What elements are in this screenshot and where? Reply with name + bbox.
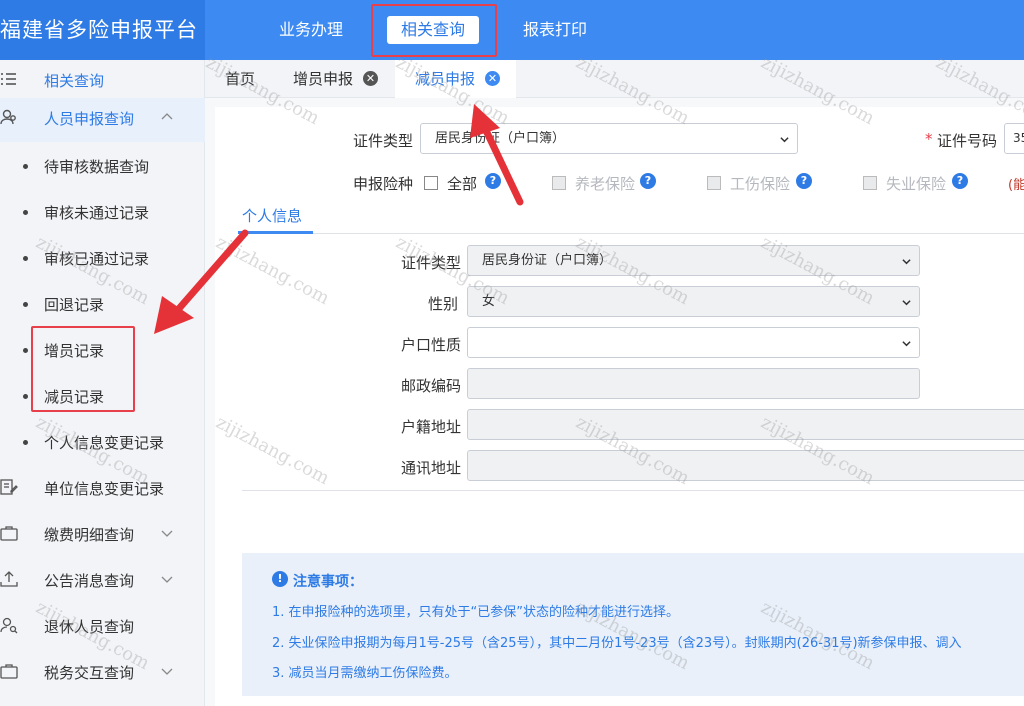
postcode-input[interactable] — [467, 368, 920, 399]
tab-add-report[interactable]: 增员申报 ✕ — [293, 60, 379, 98]
sidebar-group-person-report[interactable]: 人员申报查询 — [0, 98, 205, 142]
checkbox-injury-label: 工伤保险 — [730, 175, 791, 193]
checkbox-unemployment-label: 失业保险 — [886, 175, 947, 193]
list-icon — [1, 73, 16, 85]
section-personal-info: 个人信息 — [242, 207, 303, 225]
chevron-down-icon — [902, 259, 911, 265]
checkbox-pension-label: 养老保险 — [575, 175, 636, 193]
filter-id-number-label: 证件号码 — [937, 132, 998, 150]
sidebar-item-label: 公告消息查询 — [44, 572, 135, 590]
info-icon: ! — [272, 571, 288, 587]
sidebar-item-label: 税务交互查询 — [44, 664, 135, 682]
sidebar-item-rejected[interactable]: 审核未通过记录 — [0, 192, 205, 232]
checkbox-all[interactable] — [424, 176, 438, 190]
notice-line: 3. 减员当月需缴纳工伤保险费。 — [272, 666, 458, 681]
sidebar-item-label: 审核未通过记录 — [44, 204, 150, 222]
sidebar-group-label: 人员申报查询 — [44, 110, 135, 128]
briefcase-icon — [0, 526, 18, 541]
chevron-down-icon — [161, 530, 173, 537]
sidebar-item-unit-change[interactable]: 单位信息变更记录 — [0, 468, 205, 508]
select-value: 居民身份证（户口簿） — [435, 131, 566, 146]
sidebar-item-label: 待审核数据查询 — [44, 158, 150, 176]
required-mark: * — [925, 130, 933, 148]
personal-id-type-select[interactable]: 居民身份证（户口簿） — [467, 245, 920, 276]
sidebar-item-payment-detail[interactable]: 缴费明细查询 — [0, 514, 205, 554]
close-icon[interactable]: ✕ — [363, 71, 379, 86]
nav-report-print[interactable]: 报表打印 — [509, 16, 601, 44]
chevron-down-icon — [780, 137, 789, 143]
notice-title: 注意事项： — [293, 574, 363, 590]
insurance-type-label: 申报险种 — [353, 175, 414, 193]
checkbox-pension[interactable] — [552, 176, 566, 190]
help-icon[interactable]: ? — [952, 173, 968, 189]
section-divider — [242, 490, 1024, 491]
bullet-dot — [23, 302, 28, 307]
person-search-icon — [0, 617, 18, 634]
highlight-box-records — [31, 326, 135, 412]
postcode-label: 邮政编码 — [401, 377, 462, 395]
hukou-type-select[interactable] — [467, 327, 920, 358]
sidebar-item-pending[interactable]: 待审核数据查询 — [0, 146, 205, 186]
users-icon — [0, 109, 16, 125]
sidebar-item-label: 缴费明细查询 — [44, 526, 135, 544]
filter-id-type-label: 证件类型 — [353, 132, 414, 150]
bullet-dot — [23, 394, 28, 399]
mailing-address-input[interactable] — [467, 450, 1024, 481]
hukou-type-label: 户口性质 — [401, 336, 462, 354]
household-address-input[interactable] — [467, 409, 1024, 440]
bullet-dot — [23, 256, 28, 261]
checkbox-unemployment[interactable] — [863, 176, 877, 190]
highlight-box-nav — [371, 4, 497, 57]
tab-label: 增员申报 — [293, 70, 354, 88]
sidebar-item-announcements[interactable]: 公告消息查询 — [0, 560, 205, 600]
close-icon[interactable]: ✕ — [485, 71, 501, 86]
platform-logo: 福建省多险申报平台 — [0, 0, 205, 60]
bullet-dot — [23, 348, 28, 353]
chevron-down-icon — [902, 300, 911, 306]
mailing-address-label: 通讯地址 — [401, 459, 462, 477]
chevron-up-icon — [161, 113, 173, 120]
filter-id-type-select[interactable]: 居民身份证（户口簿） — [420, 123, 798, 154]
top-header: 福建省多险申报平台 业务办理 相关查询 报表打印 — [0, 0, 1024, 60]
section-underline — [238, 231, 313, 234]
briefcase-icon — [0, 664, 18, 679]
checkbox-injury[interactable] — [707, 176, 721, 190]
sidebar-item-label: 相关查询 — [44, 72, 105, 90]
sidebar-item-label: 回退记录 — [44, 296, 105, 314]
help-icon[interactable]: ? — [796, 173, 812, 189]
sidebar-item-tax-interaction[interactable]: 税务交互查询 — [0, 652, 205, 692]
upload-icon — [0, 571, 18, 587]
id-number-input[interactable]: 35 — [1004, 123, 1024, 154]
chevron-down-icon — [161, 576, 173, 583]
edit-doc-icon — [0, 479, 18, 495]
section-divider — [242, 233, 1024, 234]
sidebar-item-related-query[interactable]: 相关查询 — [0, 60, 205, 100]
bullet-dot — [23, 210, 28, 215]
chevron-down-icon — [902, 341, 911, 347]
bullet-dot — [23, 440, 28, 445]
nav-business[interactable]: 业务办理 — [265, 16, 357, 44]
checkbox-all-label: 全部 — [447, 175, 478, 193]
help-icon[interactable]: ? — [485, 173, 501, 189]
help-icon[interactable]: ? — [640, 173, 656, 189]
chevron-down-icon — [161, 668, 173, 675]
household-address-label: 户籍地址 — [401, 418, 462, 436]
red-note: (能 — [1008, 178, 1024, 193]
gender-label: 性别 — [428, 295, 459, 313]
sidebar-item-returned[interactable]: 回退记录 — [0, 284, 205, 324]
bullet-dot — [23, 164, 28, 169]
